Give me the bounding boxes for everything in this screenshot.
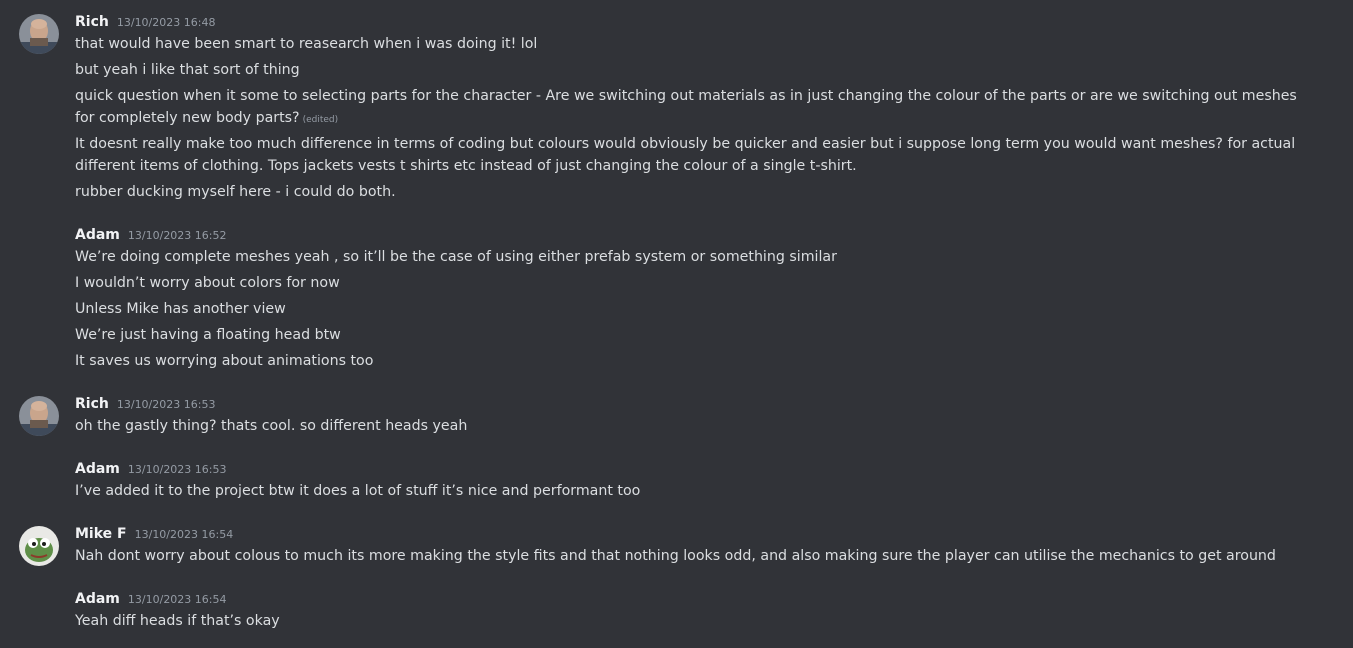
message-text: I’ve added it to the project btw it does…: [75, 483, 641, 499]
message-header: Rich 13/10/2023 16:53: [75, 396, 215, 416]
message-header: Mike F 13/10/2023 16:54: [75, 526, 233, 546]
edited-label: (edited): [302, 115, 339, 125]
timestamp: 13/10/2023 16:52: [127, 229, 227, 242]
author-name[interactable]: Rich: [75, 14, 109, 30]
message-text: Yeah diff heads if that’s okay: [75, 613, 280, 629]
message-text: I wouldn’t worry about colors for now: [75, 275, 340, 291]
message-header: Rich 13/10/2023 16:48: [75, 14, 215, 34]
timestamp: 13/10/2023 16:53: [127, 463, 227, 476]
message-header: Adam 13/10/2023 16:52: [75, 227, 227, 247]
timestamp: 13/10/2023 16:53: [116, 398, 216, 411]
message-text: We’re just having a floating head btw: [75, 327, 341, 343]
message-text: rubber ducking myself here - i could do …: [75, 184, 396, 200]
message-header: Adam 13/10/2023 16:54: [75, 591, 227, 611]
frog-avatar-icon[interactable]: [19, 526, 59, 566]
message-text: Unless Mike has another view: [75, 301, 286, 317]
author-name[interactable]: Adam: [75, 461, 120, 477]
author-name[interactable]: Adam: [75, 591, 120, 607]
message-text: We’re doing complete meshes yeah , so it…: [75, 249, 837, 265]
message-text: It saves us worrying about animations to…: [75, 353, 374, 369]
timestamp: 13/10/2023 16:48: [116, 16, 216, 29]
message-header: Adam 13/10/2023 16:53: [75, 461, 227, 481]
timestamp: 13/10/2023 16:54: [134, 528, 234, 541]
message-text: that would have been smart to reasearch …: [75, 36, 538, 52]
message-text: Nah dont worry about colous to much its …: [75, 548, 1276, 564]
author-name[interactable]: Mike F: [75, 526, 127, 542]
message-text: oh the gastly thing? thats cool. so diff…: [75, 418, 468, 434]
author-name[interactable]: Rich: [75, 396, 109, 412]
message-text: It doesnt really make too much differenc…: [75, 136, 1296, 174]
message-text: quick question when it some to selecting…: [75, 88, 1297, 126]
timestamp: 13/10/2023 16:54: [127, 593, 227, 606]
author-name[interactable]: Adam: [75, 227, 120, 243]
message-text: but yeah i like that sort of thing: [75, 62, 300, 78]
bald-man-avatar-icon[interactable]: [19, 396, 59, 436]
bald-man-avatar-icon[interactable]: [19, 14, 59, 54]
